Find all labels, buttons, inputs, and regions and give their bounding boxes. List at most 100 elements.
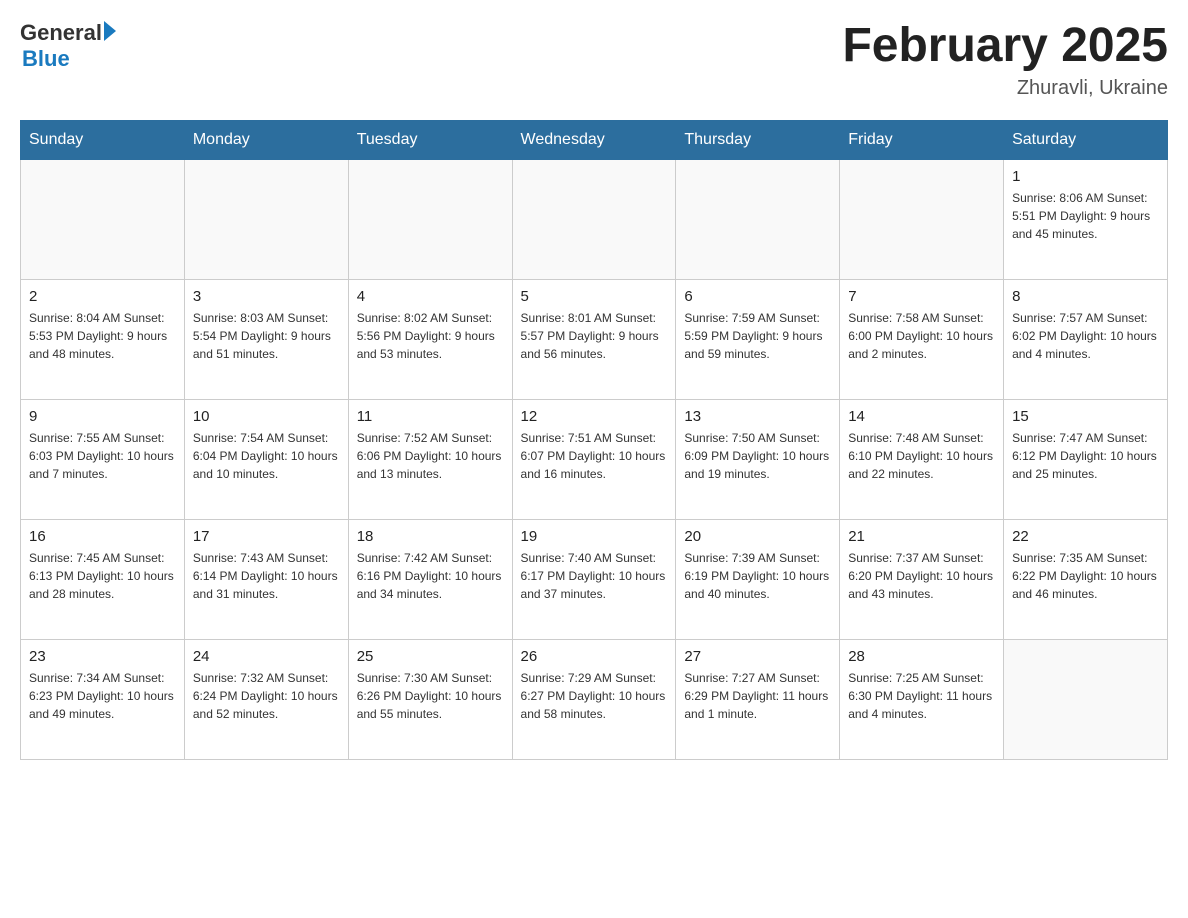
- day-info: Sunrise: 7:34 AM Sunset: 6:23 PM Dayligh…: [29, 669, 176, 723]
- day-number: 28: [848, 648, 995, 665]
- day-number: 7: [848, 288, 995, 305]
- day-info: Sunrise: 7:29 AM Sunset: 6:27 PM Dayligh…: [521, 669, 668, 723]
- day-info: Sunrise: 7:45 AM Sunset: 6:13 PM Dayligh…: [29, 549, 176, 603]
- day-number: 19: [521, 528, 668, 545]
- day-info: Sunrise: 7:48 AM Sunset: 6:10 PM Dayligh…: [848, 429, 995, 483]
- title-section: February 2025 Zhuravli, Ukraine: [842, 20, 1168, 100]
- calendar-week-1: 1 Sunrise: 8:06 AM Sunset: 5:51 PM Daylig…: [21, 159, 1168, 279]
- day-number: 14: [848, 408, 995, 425]
- calendar-cell: [184, 159, 348, 279]
- calendar-week-3: 9 Sunrise: 7:55 AM Sunset: 6:03 PM Daylig…: [21, 399, 1168, 519]
- day-number: 12: [521, 408, 668, 425]
- calendar-body: 1 Sunrise: 8:06 AM Sunset: 5:51 PM Daylig…: [21, 159, 1168, 759]
- calendar-cell: 27Sunrise: 7:27 AM Sunset: 6:29 PM Dayli…: [676, 639, 840, 759]
- day-info: Sunrise: 7:59 AM Sunset: 5:59 PM Dayligh…: [684, 309, 831, 363]
- day-info: Sunrise: 7:47 AM Sunset: 6:12 PM Dayligh…: [1012, 429, 1159, 483]
- calendar-cell: 26Sunrise: 7:29 AM Sunset: 6:27 PM Dayli…: [512, 639, 676, 759]
- day-number: 4: [357, 288, 504, 305]
- day-info: Sunrise: 8:04 AM Sunset: 5:53 PM Dayligh…: [29, 309, 176, 363]
- calendar-cell: 7Sunrise: 7:58 AM Sunset: 6:00 PM Daylig…: [840, 279, 1004, 399]
- calendar-week-4: 16 Sunrise: 7:45 AM Sunset: 6:13 PM Dayli…: [21, 519, 1168, 639]
- day-number: 21: [848, 528, 995, 545]
- weekday-header-friday: Friday: [840, 120, 1004, 159]
- logo-general: General: [20, 20, 102, 46]
- calendar-cell: [1004, 639, 1168, 759]
- calendar-cell: [676, 159, 840, 279]
- day-info: Sunrise: 7:50 AM Sunset: 6:09 PM Dayligh…: [684, 429, 831, 483]
- day-info: Sunrise: 7:43 AM Sunset: 6:14 PM Dayligh…: [193, 549, 340, 603]
- calendar-cell: 13 Sunrise: 7:50 AM Sunset: 6:09 PM Dayli…: [676, 399, 840, 519]
- weekday-header-saturday: Saturday: [1004, 120, 1168, 159]
- calendar-week-2: 2 Sunrise: 8:04 AM Sunset: 5:53 PM Daylig…: [21, 279, 1168, 399]
- calendar-cell: 25 Sunrise: 7:30 AM Sunset: 6:26 PM Dayli…: [348, 639, 512, 759]
- calendar-cell: 23 Sunrise: 7:34 AM Sunset: 6:23 PM Dayli…: [21, 639, 185, 759]
- logo-blue: Blue: [22, 46, 70, 72]
- day-info: Sunrise: 7:30 AM Sunset: 6:26 PM Dayligh…: [357, 669, 504, 723]
- day-info: Sunrise: 7:40 AM Sunset: 6:17 PM Dayligh…: [521, 549, 668, 603]
- calendar-cell: 3 Sunrise: 8:03 AM Sunset: 5:54 PM Daylig…: [184, 279, 348, 399]
- day-number: 6: [684, 288, 831, 305]
- logo: General Blue: [20, 20, 116, 72]
- day-number: 15: [1012, 408, 1159, 425]
- day-info: Sunrise: 7:42 AM Sunset: 6:16 PM Dayligh…: [357, 549, 504, 603]
- calendar-cell: 10 Sunrise: 7:54 AM Sunset: 6:04 PM Dayli…: [184, 399, 348, 519]
- day-number: 18: [357, 528, 504, 545]
- calendar-cell: 6 Sunrise: 7:59 AM Sunset: 5:59 PM Daylig…: [676, 279, 840, 399]
- day-number: 3: [193, 288, 340, 305]
- day-info: Sunrise: 8:06 AM Sunset: 5:51 PM Dayligh…: [1012, 189, 1159, 243]
- day-number: 25: [357, 648, 504, 665]
- calendar-cell: [348, 159, 512, 279]
- calendar-subtitle: Zhuravli, Ukraine: [842, 77, 1168, 100]
- calendar-cell: 2 Sunrise: 8:04 AM Sunset: 5:53 PM Daylig…: [21, 279, 185, 399]
- calendar-cell: 20Sunrise: 7:39 AM Sunset: 6:19 PM Dayli…: [676, 519, 840, 639]
- calendar-cell: 18 Sunrise: 7:42 AM Sunset: 6:16 PM Dayli…: [348, 519, 512, 639]
- day-number: 2: [29, 288, 176, 305]
- calendar-cell: 4 Sunrise: 8:02 AM Sunset: 5:56 PM Daylig…: [348, 279, 512, 399]
- day-info: Sunrise: 7:57 AM Sunset: 6:02 PM Dayligh…: [1012, 309, 1159, 363]
- calendar-cell: 24Sunrise: 7:32 AM Sunset: 6:24 PM Dayli…: [184, 639, 348, 759]
- day-info: Sunrise: 8:02 AM Sunset: 5:56 PM Dayligh…: [357, 309, 504, 363]
- page-header: General Blue February 2025 Zhuravli, Ukr…: [20, 20, 1168, 100]
- day-number: 23: [29, 648, 176, 665]
- day-number: 11: [357, 408, 504, 425]
- calendar-cell: 16 Sunrise: 7:45 AM Sunset: 6:13 PM Dayli…: [21, 519, 185, 639]
- day-info: Sunrise: 7:25 AM Sunset: 6:30 PM Dayligh…: [848, 669, 995, 723]
- day-number: 1: [1012, 168, 1159, 185]
- calendar-cell: 9 Sunrise: 7:55 AM Sunset: 6:03 PM Daylig…: [21, 399, 185, 519]
- day-info: Sunrise: 7:55 AM Sunset: 6:03 PM Dayligh…: [29, 429, 176, 483]
- day-info: Sunrise: 7:39 AM Sunset: 6:19 PM Dayligh…: [684, 549, 831, 603]
- day-info: Sunrise: 7:35 AM Sunset: 6:22 PM Dayligh…: [1012, 549, 1159, 603]
- calendar-cell: 19 Sunrise: 7:40 AM Sunset: 6:17 PM Dayli…: [512, 519, 676, 639]
- day-number: 22: [1012, 528, 1159, 545]
- day-number: 16: [29, 528, 176, 545]
- day-number: 17: [193, 528, 340, 545]
- weekday-header-row: SundayMondayTuesdayWednesdayThursdayFrid…: [21, 120, 1168, 159]
- day-info: Sunrise: 7:51 AM Sunset: 6:07 PM Dayligh…: [521, 429, 668, 483]
- weekday-header-sunday: Sunday: [21, 120, 185, 159]
- calendar-cell: 22 Sunrise: 7:35 AM Sunset: 6:22 PM Dayli…: [1004, 519, 1168, 639]
- day-number: 9: [29, 408, 176, 425]
- weekday-header-tuesday: Tuesday: [348, 120, 512, 159]
- calendar-title: February 2025: [842, 20, 1168, 73]
- day-info: Sunrise: 8:01 AM Sunset: 5:57 PM Dayligh…: [521, 309, 668, 363]
- calendar-cell: 21Sunrise: 7:37 AM Sunset: 6:20 PM Dayli…: [840, 519, 1004, 639]
- day-info: Sunrise: 8:03 AM Sunset: 5:54 PM Dayligh…: [193, 309, 340, 363]
- logo-arrow-icon: [104, 21, 116, 41]
- day-number: 10: [193, 408, 340, 425]
- weekday-header-wednesday: Wednesday: [512, 120, 676, 159]
- day-number: 5: [521, 288, 668, 305]
- day-info: Sunrise: 7:52 AM Sunset: 6:06 PM Dayligh…: [357, 429, 504, 483]
- calendar-cell: 11 Sunrise: 7:52 AM Sunset: 6:06 PM Dayli…: [348, 399, 512, 519]
- calendar-table: SundayMondayTuesdayWednesdayThursdayFrid…: [20, 120, 1168, 760]
- day-number: 24: [193, 648, 340, 665]
- calendar-cell: 12 Sunrise: 7:51 AM Sunset: 6:07 PM Dayli…: [512, 399, 676, 519]
- day-number: 13: [684, 408, 831, 425]
- calendar-cell: 5 Sunrise: 8:01 AM Sunset: 5:57 PM Daylig…: [512, 279, 676, 399]
- weekday-header-monday: Monday: [184, 120, 348, 159]
- day-number: 8: [1012, 288, 1159, 305]
- calendar-cell: 15 Sunrise: 7:47 AM Sunset: 6:12 PM Dayli…: [1004, 399, 1168, 519]
- calendar-cell: [21, 159, 185, 279]
- day-info: Sunrise: 7:54 AM Sunset: 6:04 PM Dayligh…: [193, 429, 340, 483]
- day-number: 27: [684, 648, 831, 665]
- calendar-cell: 8 Sunrise: 7:57 AM Sunset: 6:02 PM Daylig…: [1004, 279, 1168, 399]
